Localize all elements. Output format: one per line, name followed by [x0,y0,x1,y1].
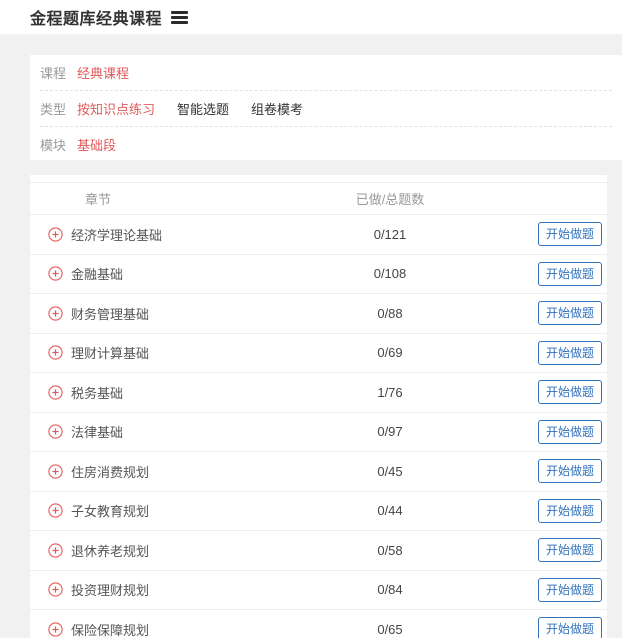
progress-count: 0/88 [377,305,403,321]
start-button[interactable]: 开始做题 [537,498,602,523]
expand-plus-icon[interactable] [48,227,63,242]
expand-plus-icon[interactable] [48,424,63,439]
start-button[interactable]: 开始做题 [537,538,602,563]
expand-plus-icon[interactable] [48,385,63,400]
page: 金程题库经典课程 课程 经典课程类型 按知识点练习 智能选题 组卷模考模块 基础段 章节 … [0,0,622,638]
table-row: 经济学理论基础 0/121 开始做题 [30,215,607,255]
start-button[interactable]: 开始做题 [537,222,602,247]
progress-count: 0/44 [377,503,403,519]
progress-count: 0/121 [373,226,407,242]
chapter-name: 住房消费规划 [71,464,150,480]
progress-count: 1/76 [377,384,403,400]
table-body: 经济学理论基础 0/121 开始做题 金融基础 0/108 开始做题 财务管理基… [30,215,607,638]
table-row: 法律基础 0/97 开始做题 [30,413,607,452]
table-row: 金融基础 0/108 开始做题 [30,255,607,294]
expand-plus-icon[interactable] [48,306,63,321]
chapter-name: 经济学理论基础 [71,227,163,243]
chapter-name: 财务管理基础 [71,306,150,322]
filter-label: 类型 [40,102,67,117]
filter-label: 模块 [40,138,67,153]
progress-count: 0/97 [377,424,403,440]
table-row: 财务管理基础 0/88 开始做题 [30,294,607,334]
progress-count: 0/84 [377,582,403,598]
filter-row: 类型 按知识点练习 智能选题 组卷模考 [40,90,612,126]
expand-plus-icon[interactable] [48,266,63,281]
chapter-name: 退休养老规划 [71,543,150,559]
table-header: 章节 已做/总题数 [30,182,607,215]
progress-count: 0/45 [377,463,403,479]
topbar: 金程题库经典课程 [0,0,622,34]
start-button[interactable]: 开始做题 [537,340,602,365]
start-button[interactable]: 开始做题 [537,301,602,326]
filter-option[interactable]: 基础段 [77,135,116,154]
page-title: 金程题库经典课程 [30,11,163,28]
start-button[interactable]: 开始做题 [537,380,602,405]
table-row: 退休养老规划 0/58 开始做题 [30,531,607,571]
chapter-name: 金融基础 [71,267,124,283]
start-button[interactable]: 开始做题 [537,617,602,638]
progress-count: 0/108 [373,266,407,282]
table-row: 税务基础 1/76 开始做题 [30,373,607,413]
chapter-name: 法律基础 [71,425,124,441]
table-row: 子女教育规划 0/44 开始做题 [30,492,607,531]
progress-count: 0/69 [377,345,403,361]
hamburger-menu-icon[interactable] [171,10,189,24]
table-row: 理财计算基础 0/69 开始做题 [30,334,607,373]
start-button[interactable]: 开始做题 [537,459,602,484]
filter-label: 课程 [40,66,67,81]
expand-plus-icon[interactable] [48,345,63,360]
chapter-name: 保险保障规划 [71,622,150,638]
progress-count: 0/58 [377,542,403,558]
chapter-table: 章节 已做/总题数 经济学理论基础 0/121 开始做题 金融基础 0/108 … [30,175,607,638]
chapter-name: 投资理财规划 [71,583,150,599]
progress-count: 0/65 [377,621,403,637]
table-row: 投资理财规划 0/84 开始做题 [30,571,607,610]
chapter-name: 理财计算基础 [71,346,150,362]
filter-option[interactable]: 经典课程 [77,63,129,82]
expand-plus-icon[interactable] [48,582,63,597]
chapter-name: 税务基础 [71,385,124,401]
filter-option[interactable]: 按知识点练习 [77,99,155,118]
expand-plus-icon[interactable] [48,622,63,637]
filter-option[interactable]: 智能选题 [177,99,229,118]
start-button[interactable]: 开始做题 [537,577,602,602]
start-button[interactable]: 开始做题 [537,261,602,286]
filter-option[interactable]: 组卷模考 [251,99,303,118]
column-header-progress: 已做/总题数 [355,192,425,207]
table-row: 保险保障规划 0/65 开始做题 [30,610,607,638]
column-header-chapter: 章节 [85,192,112,207]
filter-row: 模块 基础段 [40,126,612,162]
table-row: 住房消费规划 0/45 开始做题 [30,452,607,492]
filter-row: 课程 经典课程 [40,55,612,90]
filter-panel: 课程 经典课程类型 按知识点练习 智能选题 组卷模考模块 基础段 [30,55,622,160]
expand-plus-icon[interactable] [48,543,63,558]
expand-plus-icon[interactable] [48,464,63,479]
chapter-name: 子女教育规划 [71,504,150,520]
start-button[interactable]: 开始做题 [537,419,602,444]
expand-plus-icon[interactable] [48,503,63,518]
